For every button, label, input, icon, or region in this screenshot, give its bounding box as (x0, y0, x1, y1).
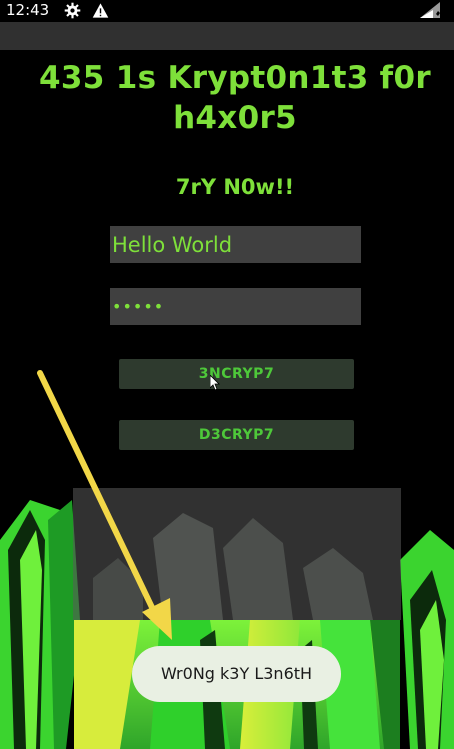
warning-icon (92, 2, 109, 23)
decrypt-button[interactable]: D3CRYP7 (119, 420, 354, 450)
key-input[interactable]: ••••• (110, 288, 361, 325)
plaintext-input[interactable] (110, 226, 361, 263)
app-bar (0, 22, 454, 50)
app-screen: 12:43 435 1s Krypt0n1t3 f0r h4x0r5 7rY N… (0, 0, 454, 749)
signal-icon (418, 2, 444, 24)
encrypt-button[interactable]: 3NCRYP7 (119, 359, 354, 389)
error-toast: Wr0Ng k3Y L3n6tH (132, 646, 341, 702)
page-subtitle: 7rY N0w!! (175, 175, 295, 199)
page-title: 435 1s Krypt0n1t3 f0r h4x0r5 (39, 60, 431, 136)
mouse-cursor-icon (209, 374, 220, 395)
status-time: 12:43 (6, 1, 50, 19)
image-overlay-panel (73, 488, 401, 620)
gear-icon (64, 2, 81, 23)
status-bar: 12:43 (0, 0, 454, 22)
